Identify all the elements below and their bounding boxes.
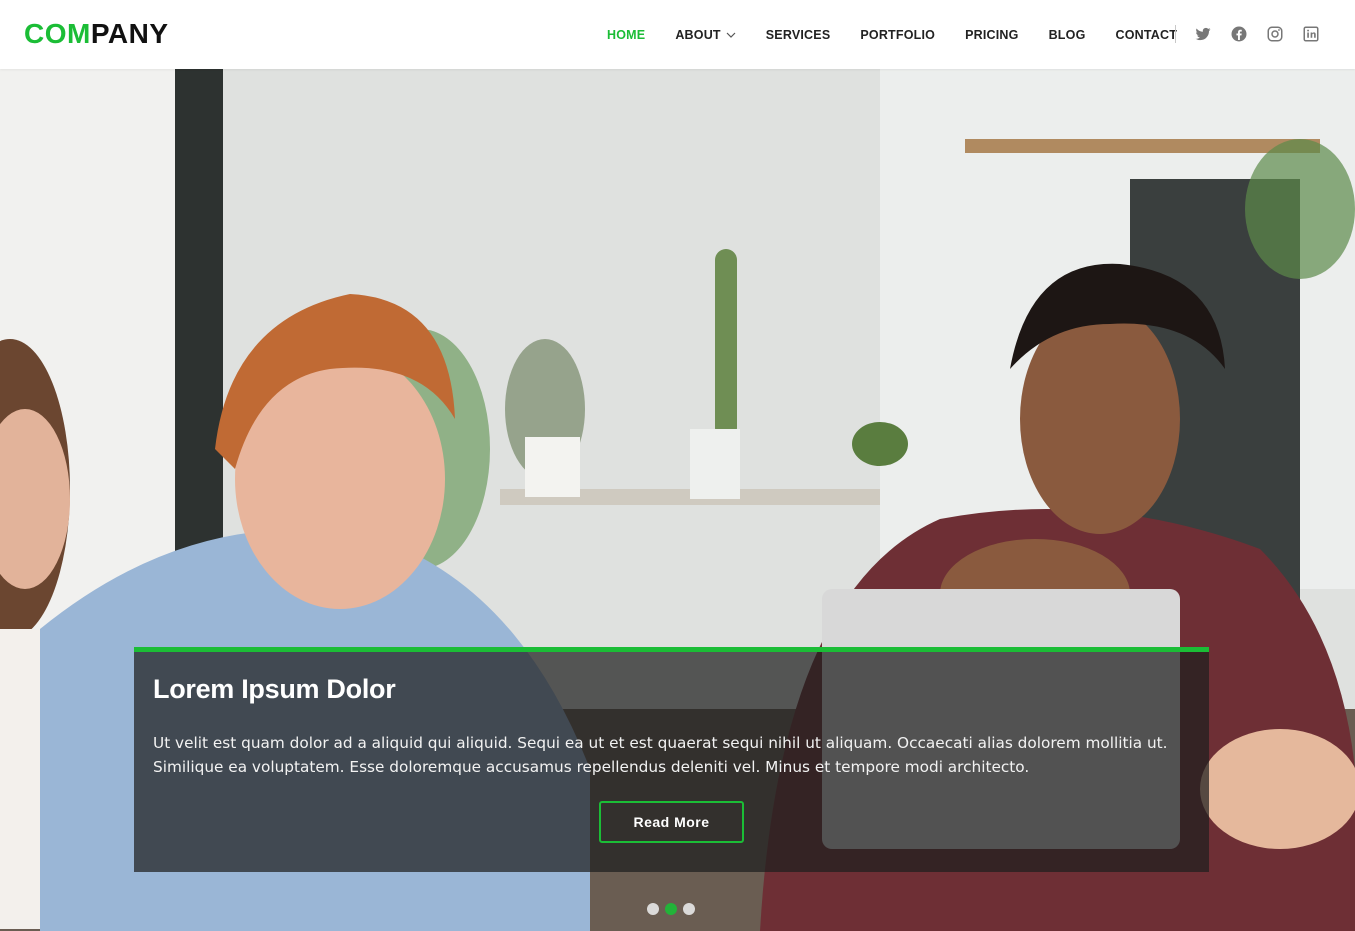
- hero-title: Lorem Ipsum Dolor: [153, 674, 396, 704]
- instagram-icon[interactable]: [1266, 25, 1284, 43]
- twitter-icon[interactable]: [1194, 25, 1212, 43]
- main-nav: HOME ABOUT SERVICES PORTFOLIO PRICING BL…: [592, 0, 1192, 69]
- chevron-down-icon: [726, 32, 736, 38]
- social-links: [1194, 25, 1338, 43]
- nav-divider: [1175, 25, 1176, 43]
- read-more-button[interactable]: Read More: [599, 801, 744, 843]
- linkedin-icon[interactable]: [1302, 25, 1320, 43]
- logo[interactable]: COMPANY: [24, 18, 169, 50]
- nav-home[interactable]: HOME: [607, 28, 645, 42]
- logo-part-2: PANY: [90, 18, 169, 49]
- site-header: COMPANY HOME ABOUT SERVICES PORTFOLIO PR…: [0, 0, 1355, 69]
- nav-about[interactable]: ABOUT: [675, 27, 736, 42]
- slider-dot-2[interactable]: [665, 903, 677, 915]
- nav-services[interactable]: SERVICES: [766, 28, 831, 42]
- nav-contact[interactable]: CONTACT: [1116, 28, 1178, 42]
- nav-portfolio[interactable]: PORTFOLIO: [860, 28, 935, 42]
- logo-part-1: COM: [24, 18, 91, 49]
- hero-caption: Lorem Ipsum Dolor Ut velit est quam dolo…: [134, 647, 1209, 872]
- hero-text: Ut velit est quam dolor ad a aliquid qui…: [153, 734, 1168, 776]
- nav-pricing[interactable]: PRICING: [965, 28, 1019, 42]
- hero-slider: Lorem Ipsum Dolor Ut velit est quam dolo…: [0, 69, 1355, 931]
- nav-blog[interactable]: BLOG: [1049, 28, 1086, 42]
- facebook-icon[interactable]: [1230, 25, 1248, 43]
- nav-about-label: ABOUT: [675, 27, 721, 42]
- slider-dot-3[interactable]: [683, 903, 695, 915]
- slider-dots: [647, 903, 701, 915]
- slider-dot-1[interactable]: [647, 903, 659, 915]
